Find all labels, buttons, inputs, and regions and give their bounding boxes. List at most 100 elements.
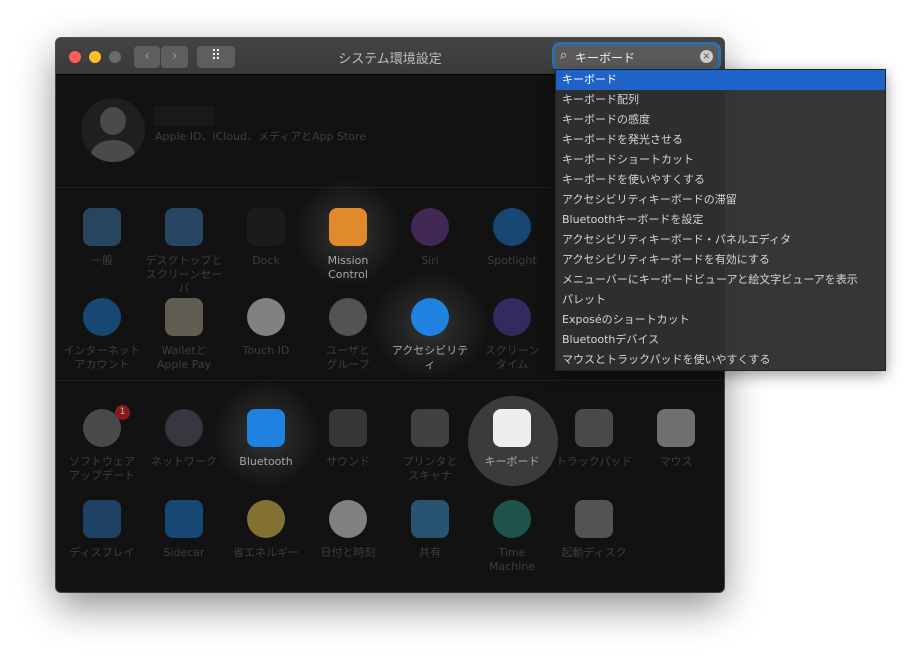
pref-pane-label: 日付と時刻 <box>320 546 376 559</box>
pref-pane-siri[interactable]: Siri <box>389 208 471 268</box>
pref-pane-spotlight[interactable]: Spotlight <box>471 208 553 268</box>
pref-pane-display[interactable]: ディスプレイ <box>61 500 143 560</box>
pref-pane-fingerprint[interactable]: Touch ID <box>225 298 307 358</box>
keyboard-icon <box>493 409 531 447</box>
bulb-icon <box>247 500 285 538</box>
pref-pane-label: Dock <box>252 254 280 267</box>
wallet-icon <box>165 298 203 336</box>
pref-pane-label: Time Machine <box>488 546 536 573</box>
pref-pane-label: Sidecar <box>163 546 205 559</box>
display-icon <box>83 500 121 538</box>
users-icon <box>329 298 367 336</box>
pref-pane-general[interactable]: 一般 <box>61 208 143 268</box>
pref-pane-label: Bluetooth <box>239 455 293 468</box>
apple-id-subtitle[interactable]: Apple ID、iCloud、メディアとApp Store <box>155 128 366 144</box>
magnifier-icon: ⌕ <box>560 48 568 63</box>
pref-pane-time-machine[interactable]: Time Machine <box>471 500 553 574</box>
pref-pane-at[interactable]: インターネット アカウント <box>61 298 143 372</box>
clear-search-button[interactable]: × <box>700 50 713 63</box>
search-result-item[interactable]: キーボードを使いやすくする <box>556 170 885 190</box>
pref-pane-users[interactable]: ユーザと グループ <box>307 298 389 372</box>
sidecar-icon <box>165 500 203 538</box>
pref-pane-clock[interactable]: 日付と時刻 <box>307 500 389 560</box>
search-result-item[interactable]: パレット <box>556 290 885 310</box>
siri-icon <box>411 208 449 246</box>
mission-control-icon <box>329 208 367 246</box>
search-result-item[interactable]: キーボード配列 <box>556 90 885 110</box>
search-result-item[interactable]: Bluetoothデバイス <box>556 330 885 350</box>
accessibility-icon <box>411 298 449 336</box>
pref-pane-label: インターネット アカウント <box>63 344 141 371</box>
search-result-item[interactable]: キーボード <box>556 70 885 90</box>
search-input[interactable]: ⌕ キーボード × <box>555 45 718 68</box>
search-result-item[interactable]: キーボードショートカット <box>556 150 885 170</box>
search-result-item[interactable]: アクセシビリティキーボードの滞留 <box>556 190 885 210</box>
pref-pane-label: スクリーン タイム <box>484 344 540 371</box>
search-result-item[interactable]: Exposéのショートカット <box>556 310 885 330</box>
clock-icon <box>329 500 367 538</box>
pref-pane-label: デスクトップと スクリーンセーバ <box>145 254 223 295</box>
at-icon <box>83 298 121 336</box>
pref-pane-disk[interactable]: 起動ディスク <box>553 500 635 560</box>
mouse-icon <box>657 409 695 447</box>
pref-pane-mouse[interactable]: マウス <box>635 409 717 469</box>
pref-pane-label: Walletと Apple Pay <box>156 344 212 371</box>
pref-pane-label: 省エネルギー <box>233 546 299 559</box>
folder-icon <box>411 500 449 538</box>
pref-pane-printer[interactable]: プリンタと スキャナ <box>389 409 471 483</box>
pref-pane-label: 起動ディスク <box>561 546 627 559</box>
pref-pane-bluetooth[interactable]: Bluetooth <box>225 409 307 469</box>
pref-pane-hourglass[interactable]: スクリーン タイム <box>471 298 553 372</box>
search-result-item[interactable]: Bluetoothキーボードを設定 <box>556 210 885 230</box>
printer-icon <box>411 409 449 447</box>
pref-pane-label: プリンタと スキャナ <box>402 455 458 482</box>
speaker-icon <box>329 409 367 447</box>
pref-pane-trackpad[interactable]: トラックパッド <box>553 409 635 469</box>
account-name-redacted <box>154 106 214 126</box>
pref-pane-sidecar[interactable]: Sidecar <box>143 500 225 560</box>
desktop-icon <box>165 208 203 246</box>
pref-pane-speaker[interactable]: サウンド <box>307 409 389 469</box>
spotlight-icon <box>493 208 531 246</box>
pref-pane-label: キーボード <box>484 455 540 468</box>
pref-pane-label: マウス <box>659 455 693 468</box>
pref-pane-mission-control[interactable]: Mission Control <box>307 208 389 282</box>
bluetooth-icon <box>247 409 285 447</box>
general-icon <box>83 208 121 246</box>
fingerprint-icon <box>247 298 285 336</box>
search-results-dropdown: キーボード キーボード配列 キーボードの感度 キーボードを発光させる キーボードショート… <box>555 69 886 371</box>
trackpad-icon <box>575 409 613 447</box>
pref-pane-label: サウンド <box>326 455 370 468</box>
pref-pane-keyboard[interactable]: キーボード <box>471 409 553 469</box>
search-result-item[interactable]: メニューバーにキーボードビューアと絵文字ビューアを表示 <box>556 270 885 290</box>
time-machine-icon <box>493 500 531 538</box>
search-result-item[interactable]: アクセシビリティキーボードを有効にする <box>556 250 885 270</box>
pref-pane-label: 一般 <box>91 254 113 267</box>
pref-pane-accessibility[interactable]: アクセシビリティ <box>389 298 471 372</box>
pref-pane-folder[interactable]: 共有 <box>389 500 471 560</box>
search-result-item[interactable]: アクセシビリティキーボード・パネルエディタ <box>556 230 885 250</box>
divider <box>56 380 724 381</box>
pref-pane-label: ディスプレイ <box>69 546 135 559</box>
pref-pane-label: 共有 <box>419 546 441 559</box>
pref-pane-label: Siri <box>421 254 439 267</box>
pref-pane-label: Mission Control <box>327 254 369 281</box>
search-result-item[interactable]: キーボードを発光させる <box>556 130 885 150</box>
avatar[interactable] <box>81 98 145 162</box>
pref-pane-label: Touch ID <box>242 344 290 357</box>
pref-pane-label: アクセシビリティ <box>391 344 469 371</box>
pref-pane-desktop[interactable]: デスクトップと スクリーンセーバ <box>143 208 225 296</box>
search-value: キーボード <box>575 51 636 65</box>
pref-pane-label: Spotlight <box>487 254 537 267</box>
pref-pane-dock[interactable]: Dock <box>225 208 307 268</box>
pref-pane-label: ネットワーク <box>151 455 217 468</box>
search-result-item[interactable]: マウスとトラックパッドを使いやすくする <box>556 350 885 370</box>
dock-icon <box>247 208 285 246</box>
pref-pane-label: ユーザと グループ <box>326 344 370 371</box>
search-result-item[interactable]: キーボードの感度 <box>556 110 885 130</box>
pref-pane-bulb[interactable]: 省エネルギー <box>225 500 307 560</box>
pref-pane-wallet[interactable]: Walletと Apple Pay <box>143 298 225 372</box>
pref-pane-globe[interactable]: ネットワーク <box>143 409 225 469</box>
globe-icon <box>165 409 203 447</box>
pref-pane-gear[interactable]: 1 ソフトウェア アップデート <box>61 405 143 483</box>
